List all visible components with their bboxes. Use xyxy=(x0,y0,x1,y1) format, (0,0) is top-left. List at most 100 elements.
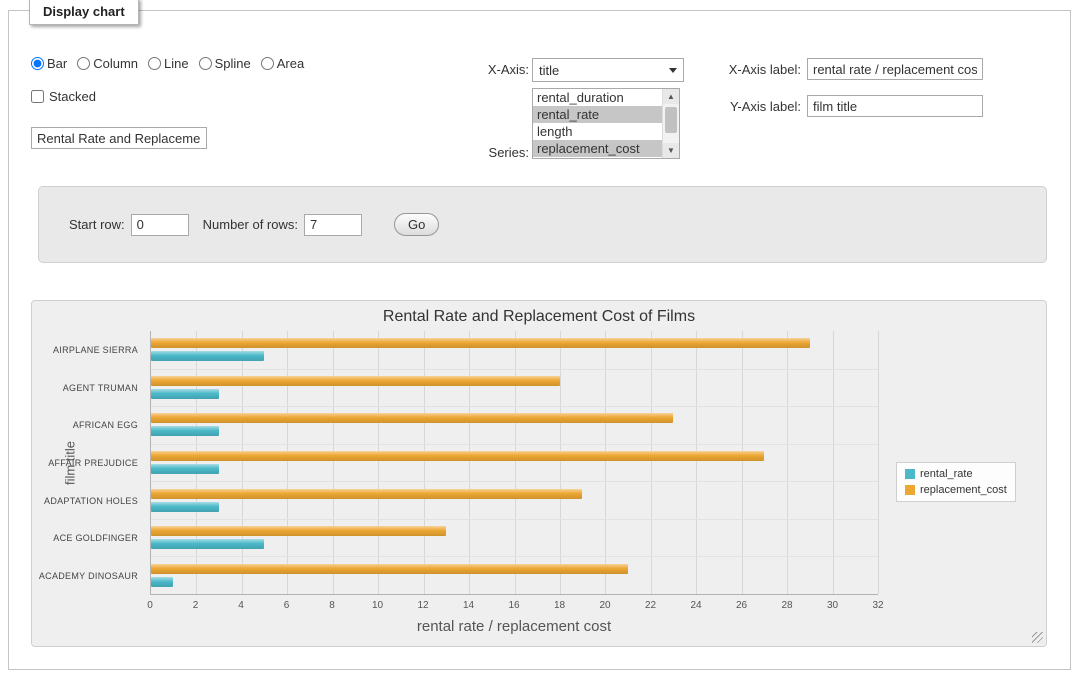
series-option-rental_rate[interactable]: rental_rate xyxy=(533,106,662,123)
x-axis-selected-value: title xyxy=(539,63,669,78)
y-axis-label-input[interactable] xyxy=(807,95,983,117)
stacked-row: Stacked xyxy=(31,89,96,104)
chart-type-line[interactable]: Line xyxy=(148,56,189,71)
radio-spline[interactable] xyxy=(199,57,212,70)
chart-type-bar[interactable]: Bar xyxy=(31,56,67,71)
stacked-checkbox[interactable] xyxy=(31,90,44,103)
radio-column[interactable] xyxy=(77,57,90,70)
chart-type-area[interactable]: Area xyxy=(261,56,304,71)
legend-item: replacement_cost xyxy=(905,484,1007,496)
x-tick-label: 12 xyxy=(417,600,428,611)
series-option-replacement_cost[interactable]: replacement_cost xyxy=(533,140,662,157)
x-tick-label: 32 xyxy=(872,600,883,611)
chart-type-label: Line xyxy=(164,56,189,71)
x-tick-label: 16 xyxy=(508,600,519,611)
bar-rental_rate xyxy=(151,502,219,512)
rows-panel: Start row: Number of rows: Go xyxy=(38,186,1047,263)
bar-group xyxy=(151,481,878,519)
gridline xyxy=(878,331,879,594)
number-of-rows-input[interactable] xyxy=(304,214,362,236)
start-row-label: Start row: xyxy=(69,217,125,232)
bar-replacement_cost xyxy=(151,338,810,348)
scroll-up-icon[interactable]: ▲ xyxy=(663,89,679,104)
resize-handle-icon[interactable] xyxy=(1032,632,1043,643)
category-label: ACE GOLDFINGER xyxy=(32,520,138,558)
chart-type-radios: Bar Column Line Spline Area xyxy=(31,56,304,71)
x-tick-label: 8 xyxy=(329,600,335,611)
x-tick-label: 6 xyxy=(284,600,290,611)
series-listbox[interactable]: rental_durationrental_ratelengthreplacem… xyxy=(532,88,680,159)
category-label: ADAPTATION HOLES xyxy=(32,482,138,520)
chart-type-label: Column xyxy=(93,56,138,71)
series-listbox-options: rental_durationrental_ratelengthreplacem… xyxy=(533,89,662,158)
bar-group xyxy=(151,369,878,407)
bar-rental_rate xyxy=(151,577,173,587)
x-axis-select[interactable]: title xyxy=(532,58,684,82)
legend-swatch-icon xyxy=(905,485,915,495)
x-tick-labels: 02468101214161820222426283032 xyxy=(150,600,878,613)
chart-type-label: Bar xyxy=(47,56,67,71)
chart-title-input[interactable] xyxy=(31,127,207,149)
fieldset-legend: Display chart xyxy=(29,0,139,25)
go-button[interactable]: Go xyxy=(394,213,439,236)
listbox-scrollbar[interactable]: ▲ ▼ xyxy=(662,89,679,158)
x-axis-title: rental rate / replacement cost xyxy=(150,618,878,635)
bar-group xyxy=(151,331,878,369)
scrollbar-thumb[interactable] xyxy=(665,107,677,133)
category-label: AGENT TRUMAN xyxy=(32,369,138,407)
x-tick-label: 10 xyxy=(372,600,383,611)
category-labels: AIRPLANE SIERRAAGENT TRUMANAFRICAN EGGAF… xyxy=(32,331,144,595)
category-label: AIRPLANE SIERRA xyxy=(32,331,138,369)
x-tick-label: 18 xyxy=(554,600,565,611)
chart-title: Rental Rate and Replacement Cost of Film… xyxy=(32,308,1046,326)
legend-label: replacement_cost xyxy=(920,484,1007,496)
bar-replacement_cost xyxy=(151,413,673,423)
x-tick-label: 24 xyxy=(690,600,701,611)
x-tick-label: 14 xyxy=(463,600,474,611)
bar-rental_rate xyxy=(151,539,264,549)
bar-rental_rate xyxy=(151,389,219,399)
x-axis-label-input[interactable] xyxy=(807,58,983,80)
series-option-rental_duration[interactable]: rental_duration xyxy=(533,89,662,106)
y-axis-label-label: Y-Axis label: xyxy=(709,99,801,114)
x-tick-label: 30 xyxy=(827,600,838,611)
series-option-length[interactable]: length xyxy=(533,123,662,140)
legend-item: rental_rate xyxy=(905,468,1007,480)
legend-swatch-icon xyxy=(905,469,915,479)
radio-line[interactable] xyxy=(148,57,161,70)
x-axis-label-label: X-Axis label: xyxy=(709,62,801,77)
radio-bar[interactable] xyxy=(31,57,44,70)
bar-rental_rate xyxy=(151,464,219,474)
x-tick-label: 22 xyxy=(645,600,656,611)
series-label: Series: xyxy=(464,145,529,160)
x-tick-label: 26 xyxy=(736,600,747,611)
chart-panel: Rental Rate and Replacement Cost of Film… xyxy=(31,300,1047,647)
chart-type-label: Area xyxy=(277,56,304,71)
bar-group xyxy=(151,519,878,557)
chart-type-column[interactable]: Column xyxy=(77,56,138,71)
bar-replacement_cost xyxy=(151,376,560,386)
bar-group xyxy=(151,406,878,444)
display-chart-fieldset: Display chart BarColumnLineSplineArea St… xyxy=(8,10,1071,670)
bar-rental_rate xyxy=(151,351,264,361)
x-tick-label: 0 xyxy=(147,600,153,611)
x-tick-label: 2 xyxy=(193,600,199,611)
chevron-down-icon xyxy=(669,68,677,73)
number-of-rows-label: Number of rows: xyxy=(203,217,298,232)
chart-type-spline[interactable]: Spline xyxy=(199,56,251,71)
category-label: AFRICAN EGG xyxy=(32,406,138,444)
category-label: AFFAIR PREJUDICE xyxy=(32,444,138,482)
x-tick-label: 28 xyxy=(781,600,792,611)
stacked-label: Stacked xyxy=(49,89,96,104)
legend-label: rental_rate xyxy=(920,468,973,480)
bar-group xyxy=(151,444,878,482)
bar-replacement_cost xyxy=(151,451,764,461)
chart-type-label: Spline xyxy=(215,56,251,71)
bar-rental_rate xyxy=(151,426,219,436)
category-label: ACADEMY DINOSAUR xyxy=(32,557,138,595)
bar-group xyxy=(151,556,878,594)
radio-area[interactable] xyxy=(261,57,274,70)
scroll-down-icon[interactable]: ▼ xyxy=(663,143,679,158)
start-row-input[interactable] xyxy=(131,214,189,236)
chart-legend: rental_rate replacement_cost xyxy=(896,462,1016,502)
